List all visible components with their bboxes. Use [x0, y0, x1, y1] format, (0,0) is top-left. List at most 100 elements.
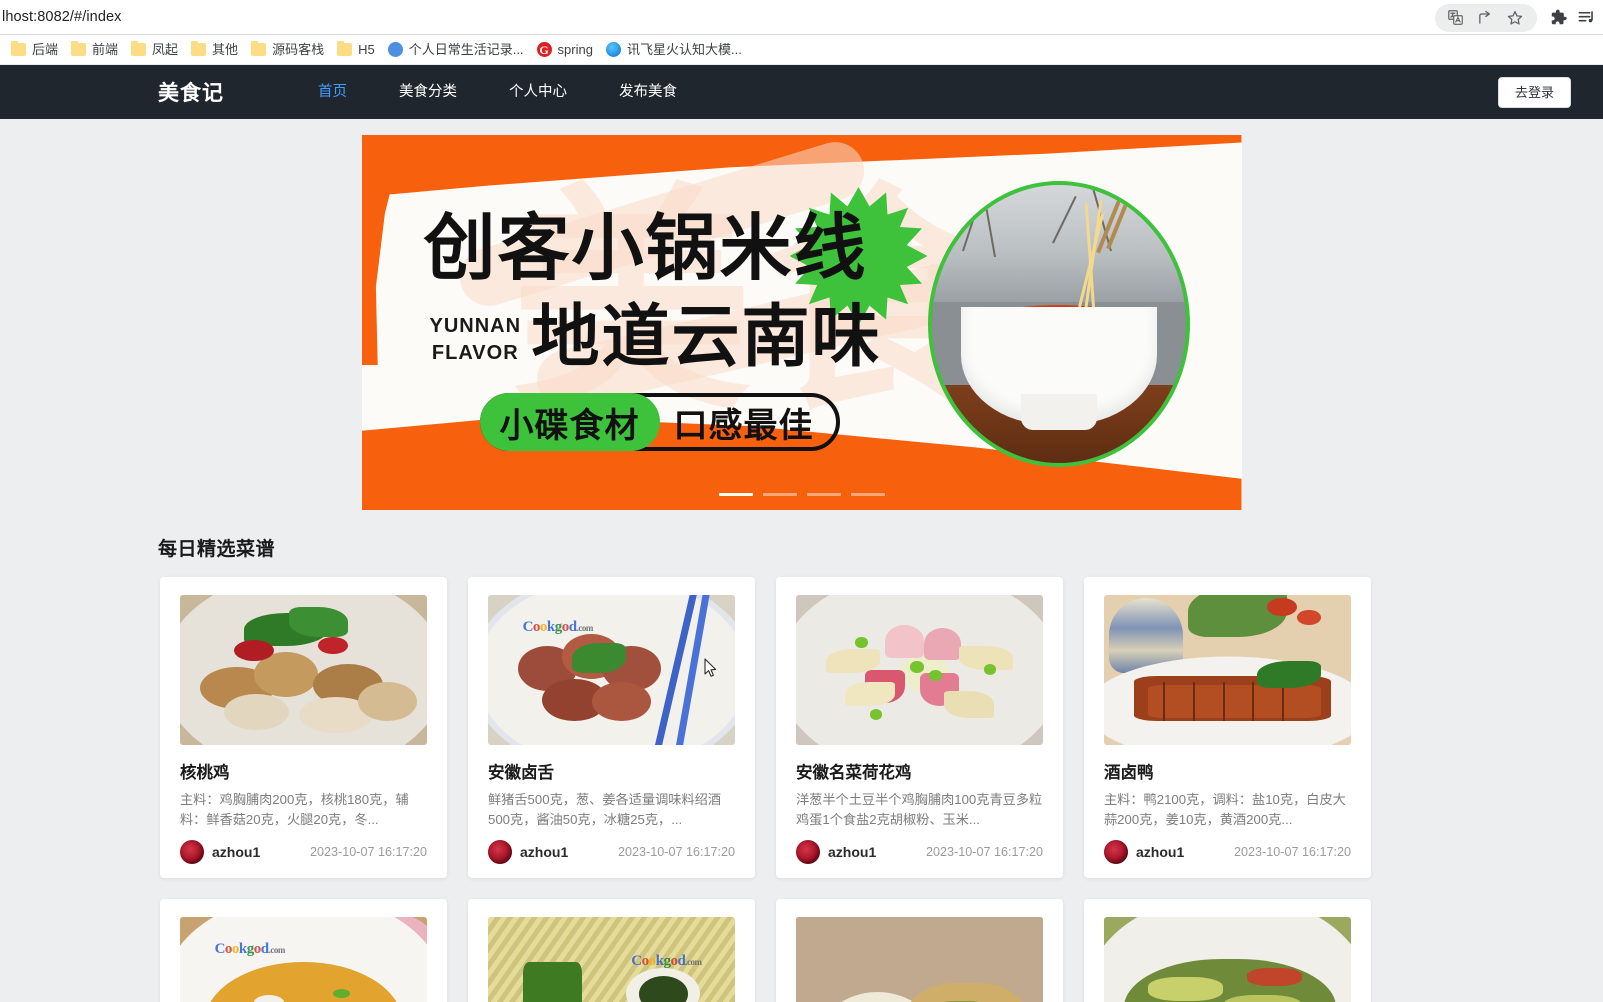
- nav-item-publish[interactable]: 发布美食: [593, 65, 703, 119]
- avatar: [488, 840, 512, 864]
- toolbar-actions: [1435, 0, 1599, 35]
- recipe-desc: 洋葱半个土豆半个鸡胸脯肉100克青豆多粒鸡蛋1个食盐2克胡椒粉、玉米...: [796, 792, 1043, 828]
- recipe-card[interactable]: 安徽名菜荷花鸡 洋葱半个土豆半个鸡胸脯肉100克青豆多粒鸡蛋1个食盐2克胡椒粉、…: [776, 577, 1063, 878]
- folder-icon: [11, 41, 26, 56]
- nav-item-home[interactable]: 首页: [292, 65, 373, 119]
- banner-english-tag: YUNNAN FLAVOR: [429, 315, 522, 364]
- recipe-date: 2023-10-07 16:17:20: [1234, 845, 1351, 859]
- recipe-meta: azhou1 2023-10-07 16:17:20: [1104, 840, 1351, 864]
- folder-icon: [251, 41, 267, 56]
- login-button[interactable]: 去登录: [1497, 76, 1571, 108]
- nav-item-categories[interactable]: 美食分类: [373, 65, 483, 119]
- recipe-meta: azhou1 2023-10-07 16:17:20: [180, 840, 427, 864]
- bookmark-star-icon[interactable]: [1502, 5, 1528, 31]
- folder-icon: [131, 41, 147, 56]
- spark-flame-icon: [605, 42, 621, 57]
- recipe-card[interactable]: Cookgod.com: [468, 899, 755, 1002]
- recipe-image: [180, 595, 427, 745]
- recipe-title: 酒卤鸭: [1104, 764, 1154, 782]
- site-logo[interactable]: 美食记: [158, 77, 224, 107]
- recipe-meta: azhou1 2023-10-07 16:17:20: [796, 840, 1043, 864]
- recipe-card[interactable]: [1084, 899, 1371, 1002]
- bookmark-label: 个人日常生活记录...: [408, 42, 524, 57]
- extensions-icon[interactable]: [1545, 5, 1571, 31]
- bookmark-item[interactable]: 凤起: [126, 40, 186, 59]
- main-nav: 首页 美食分类 个人中心 发布美食: [292, 65, 703, 119]
- recipe-title: 安徽卤舌: [488, 764, 554, 782]
- recipe-desc: 主料：鸡胸脯肉200克，核桃180克，辅料：鲜香菇20克，火腿20克，冬...: [180, 792, 409, 828]
- recipe-date: 2023-10-07 16:17:20: [926, 845, 1043, 859]
- bookmarks-bar: 后端 前端 凤起 其他 源码客栈 H5 个人日常生活记录... Gspring …: [0, 35, 1603, 65]
- bookmark-label: 凤起: [152, 42, 179, 57]
- banner-noodle-photo: [927, 181, 1190, 467]
- bookmark-label: 源码客栈: [272, 42, 325, 57]
- bookmark-item[interactable]: 后端: [6, 40, 66, 59]
- carousel-dot-1[interactable]: [718, 493, 753, 496]
- browser-toolbar: lhost:8082/#/index: [0, 0, 1603, 35]
- carousel-indicators: [718, 493, 885, 496]
- bookmark-item[interactable]: 源码客栈: [246, 40, 332, 59]
- folder-icon: [191, 41, 207, 56]
- address-bar[interactable]: lhost:8082/#/index: [0, 9, 122, 25]
- recipe-title: 核桃鸡: [180, 764, 230, 782]
- recipe-desc: 主料：鸭2100克，调料：盐10克，白皮大蒜200克，姜10克，黄酒200克..…: [1104, 792, 1346, 828]
- avatar: [796, 840, 820, 864]
- bookmark-item[interactable]: 讯飞星火认知大模...: [601, 39, 750, 60]
- recipe-card[interactable]: 核桃鸡 主料：鸡胸脯肉200克，核桃180克，辅料：鲜香菇20克，火腿20克，冬…: [160, 577, 447, 878]
- site-header: 美食记 首页 美食分类 个人中心 发布美食 去登录: [0, 65, 1603, 119]
- recipe-card[interactable]: Cookgod.com 安徽卤舌 鲜猪舌500克，葱、姜各适量调味料绍酒500克…: [468, 577, 755, 878]
- recipe-author: azhou1: [828, 844, 877, 860]
- recipe-image: [1104, 595, 1351, 745]
- folder-icon: [337, 41, 353, 56]
- bookmark-item[interactable]: H5: [332, 40, 383, 59]
- recipe-card[interactable]: [776, 899, 1063, 1002]
- bookmark-label: H5: [358, 42, 375, 57]
- globe-icon: [387, 42, 403, 57]
- recipe-image: Cookgod.com: [180, 917, 427, 1002]
- avatar: [1104, 840, 1128, 864]
- recipe-card[interactable]: Cookgod.com: [160, 899, 447, 1002]
- share-icon[interactable]: [1472, 5, 1498, 31]
- nav-item-profile[interactable]: 个人中心: [483, 65, 593, 119]
- banner-slide[interactable]: 美食 创客小锅米线 YUNNAN FLAVOR 地道云南味 小碟食材 口感最佳: [361, 135, 1242, 510]
- spring-g-icon: G: [536, 42, 552, 57]
- watermark: Cookgod.com: [631, 953, 702, 969]
- bookmark-item[interactable]: 其他: [186, 40, 246, 59]
- bookmark-label: 后端: [32, 42, 59, 57]
- browser-menu-icon[interactable]: [1573, 5, 1599, 31]
- recipe-image: Cookgod.com: [488, 917, 735, 1002]
- carousel-dot-4[interactable]: [850, 493, 885, 496]
- recipe-image: [796, 917, 1043, 1002]
- recipe-card[interactable]: 酒卤鸭 主料：鸭2100克，调料：盐10克，白皮大蒜200克，姜10克，黄酒20…: [1084, 577, 1371, 878]
- carousel-dot-2[interactable]: [762, 493, 797, 496]
- banner-tag-pill: 小碟食材 口感最佳: [479, 393, 840, 451]
- recipe-title: 安徽名菜荷花鸡: [796, 764, 912, 782]
- bookmark-item[interactable]: 个人日常生活记录...: [383, 39, 532, 60]
- bookmark-item[interactable]: 前端: [66, 40, 126, 59]
- bookmark-label: 前端: [92, 42, 119, 57]
- carousel-dot-3[interactable]: [806, 493, 841, 496]
- banner-headline: 创客小锅米线: [423, 209, 868, 289]
- recipe-meta: azhou1 2023-10-07 16:17:20: [488, 840, 735, 864]
- recipe-author: azhou1: [212, 844, 261, 860]
- bookmark-label: 其他: [212, 42, 239, 57]
- translate-icon[interactable]: [1442, 5, 1468, 31]
- banner-tag-plain: 口感最佳: [673, 406, 814, 445]
- recipe-image: [796, 595, 1043, 745]
- bookmark-label: 讯飞星火认知大模...: [626, 42, 742, 57]
- recipe-image: Cookgod.com: [488, 595, 735, 745]
- banner-tag-green: 小碟食材: [479, 393, 660, 451]
- recipe-card-grid: 核桃鸡 主料：鸡胸脯肉200克，核桃180克，辅料：鲜香菇20克，火腿20克，冬…: [160, 577, 1603, 1002]
- recipe-date: 2023-10-07 16:17:20: [310, 845, 427, 859]
- banner-subheadline: 地道云南味: [531, 299, 882, 375]
- bookmark-label: spring: [557, 42, 593, 57]
- bookmark-item[interactable]: Gspring: [532, 39, 601, 60]
- recipe-desc: 鲜猪舌500克，葱、姜各适量调味料绍酒500克，酱油50克，冰糖25克，...: [488, 792, 722, 828]
- recipe-author: azhou1: [520, 844, 569, 860]
- banner-carousel[interactable]: 美食 创客小锅米线 YUNNAN FLAVOR 地道云南味 小碟食材 口感最佳: [0, 119, 1603, 510]
- recipe-author: azhou1: [1136, 844, 1185, 860]
- recipe-image: [1104, 917, 1351, 1002]
- watermark: Cookgod.com: [522, 619, 594, 635]
- page-content: 美食记 首页 美食分类 个人中心 发布美食 去登录 美食 创客小锅米线 YUNN…: [0, 65, 1603, 1002]
- folder-icon: [71, 41, 87, 56]
